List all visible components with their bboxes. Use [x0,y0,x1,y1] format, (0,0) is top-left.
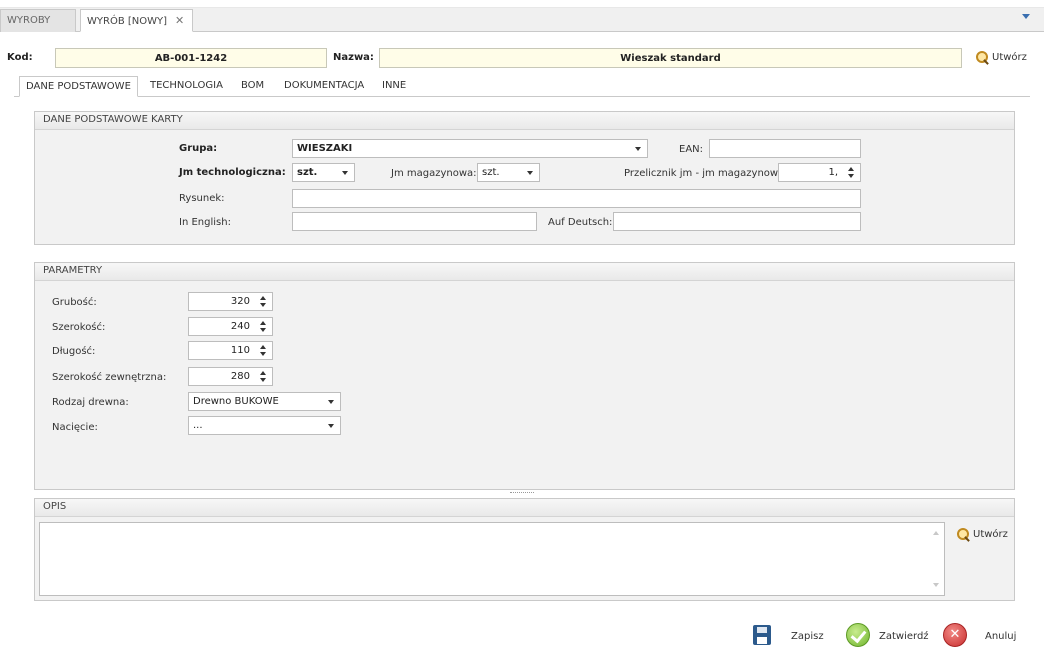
subtab-label: DANE PODSTAWOWE [26,81,131,92]
tab-label: WYROBY [7,15,51,26]
utworz-label: Utwórz [992,52,1027,63]
kod-field[interactable]: AB-001-1242 [55,48,327,68]
splitter-handle[interactable] [510,492,534,494]
cancel-icon[interactable]: ✕ [943,623,967,647]
parametry-panel: PARAMETRY [34,262,1015,490]
panel-title: OPIS [35,499,1014,517]
nazwa-field[interactable]: Wieszak standard [379,48,962,68]
grubosc-label: Grubość: [52,297,97,308]
anuluj-button[interactable]: Anuluj [985,631,1016,642]
rysunek-label: Rysunek: [179,193,225,204]
szerokosc-value: 240 [230,321,250,332]
przelicznik-spinner[interactable]: 1, [778,163,861,182]
opis-utworz-button[interactable]: Utwórz [957,528,1008,541]
spin-down-icon[interactable] [260,328,266,332]
subtab-label: BOM [241,80,265,91]
spin-up-icon[interactable] [848,167,854,171]
subtab-label: TECHNOLOGIA [150,80,223,91]
subtab-technologia[interactable]: TECHNOLOGIA [150,76,223,97]
utworz-button[interactable]: Utwórz [976,51,1027,64]
spin-down-icon[interactable] [260,378,266,382]
top-strip [0,0,1044,8]
chevron-down-icon [328,400,334,404]
auf-deutsch-field[interactable] [613,212,861,231]
spin-down-icon[interactable] [848,174,854,178]
spin-up-icon[interactable] [260,296,266,300]
dlugosc-value: 110 [230,345,250,356]
naciecie-combo[interactable]: ... [188,416,341,435]
przelicznik-value: 1, [828,167,838,178]
dlugosc-spinner[interactable]: 110 [188,341,273,360]
chevron-down-icon [342,171,348,175]
tab-wyrob-nowy[interactable]: WYRÓB [NOWY] ✕ [80,9,193,32]
zapisz-button[interactable]: Zapisz [791,631,824,642]
szerokosc-zewnetrzna-value: 280 [230,371,250,382]
close-icon[interactable]: ✕ [175,14,184,27]
panel-title: DANE PODSTAWOWE KARTY [35,112,1014,130]
zatwierdz-button[interactable]: Zatwierdź [879,631,929,642]
ean-field[interactable] [709,139,861,158]
spin-up-icon[interactable] [260,321,266,325]
rodzaj-drewna-label: Rodzaj drewna: [52,397,129,408]
chevron-down-icon [328,424,334,428]
kod-label: Kod: [7,52,33,63]
jm-technologiczna-label: Jm technologiczna: [179,167,286,178]
naciecie-value: ... [193,420,203,431]
subtab-bom[interactable]: BOM [241,76,264,97]
subtab-dane-podstawowe[interactable]: DANE PODSTAWOWE [19,76,138,97]
magnifier-icon [957,528,970,541]
naciecie-label: Nacięcie: [52,422,98,433]
szerokosc-zewnetrzna-spinner[interactable]: 280 [188,367,273,386]
tab-wyroby[interactable]: WYROBY [0,9,76,32]
jm-magazynowa-value: szt. [482,167,500,178]
subtab-dokumentacja[interactable]: DOKUMENTACJA [284,76,364,97]
panel-title: PARAMETRY [35,263,1014,281]
szerokosc-spinner[interactable]: 240 [188,317,273,336]
spin-up-icon[interactable] [260,371,266,375]
grupa-combo[interactable]: WIESZAKI [292,139,648,158]
grupa-value: WIESZAKI [297,143,353,154]
opis-textarea[interactable] [39,522,945,596]
przelicznik-label: Przelicznik jm - jm magazynowa: [624,168,788,179]
rysunek-field[interactable] [292,189,861,208]
jm-technologiczna-value: szt. [297,167,318,178]
magnifier-icon [976,51,989,64]
utworz-label: Utwórz [973,529,1008,540]
ean-label: EAN: [679,144,704,155]
chevron-down-icon [635,147,641,151]
in-english-field[interactable] [292,212,537,231]
jm-magazynowa-combo[interactable]: szt. [477,163,540,182]
spin-down-icon[interactable] [260,352,266,356]
subtab-label: DOKUMENTACJA [284,80,365,91]
in-english-label: In English: [179,217,231,228]
auf-deutsch-label: Auf Deutsch: [548,217,613,228]
tab-label: WYRÓB [NOWY] [87,16,168,27]
grubosc-spinner[interactable]: 320 [188,292,273,311]
jm-magazynowa-label: Jm magazynowa: [391,168,477,179]
szerokosc-label: Szerokość: [52,322,106,333]
nazwa-label: Nazwa: [333,52,374,63]
subtab-inne[interactable]: INNE [382,76,406,97]
rodzaj-drewna-combo[interactable]: Drewno BUKOWE [188,392,341,411]
save-icon[interactable] [753,625,771,645]
scroll-up-icon[interactable] [933,531,939,535]
spin-down-icon[interactable] [260,303,266,307]
tab-list-dropdown-icon[interactable] [1022,14,1030,19]
chevron-down-icon [527,171,533,175]
scroll-down-icon[interactable] [933,583,939,587]
szerokosc-zewnetrzna-label: Szerokość zewnętrzna: [52,372,167,383]
checkmark-icon[interactable] [846,623,870,647]
grubosc-value: 320 [230,296,250,307]
subtab-label: INNE [382,80,407,91]
grupa-label: Grupa: [179,143,218,154]
spin-up-icon[interactable] [260,345,266,349]
jm-technologiczna-combo[interactable]: szt. [292,163,355,182]
rodzaj-drewna-value: Drewno BUKOWE [193,396,279,407]
dlugosc-label: Długość: [52,346,96,357]
